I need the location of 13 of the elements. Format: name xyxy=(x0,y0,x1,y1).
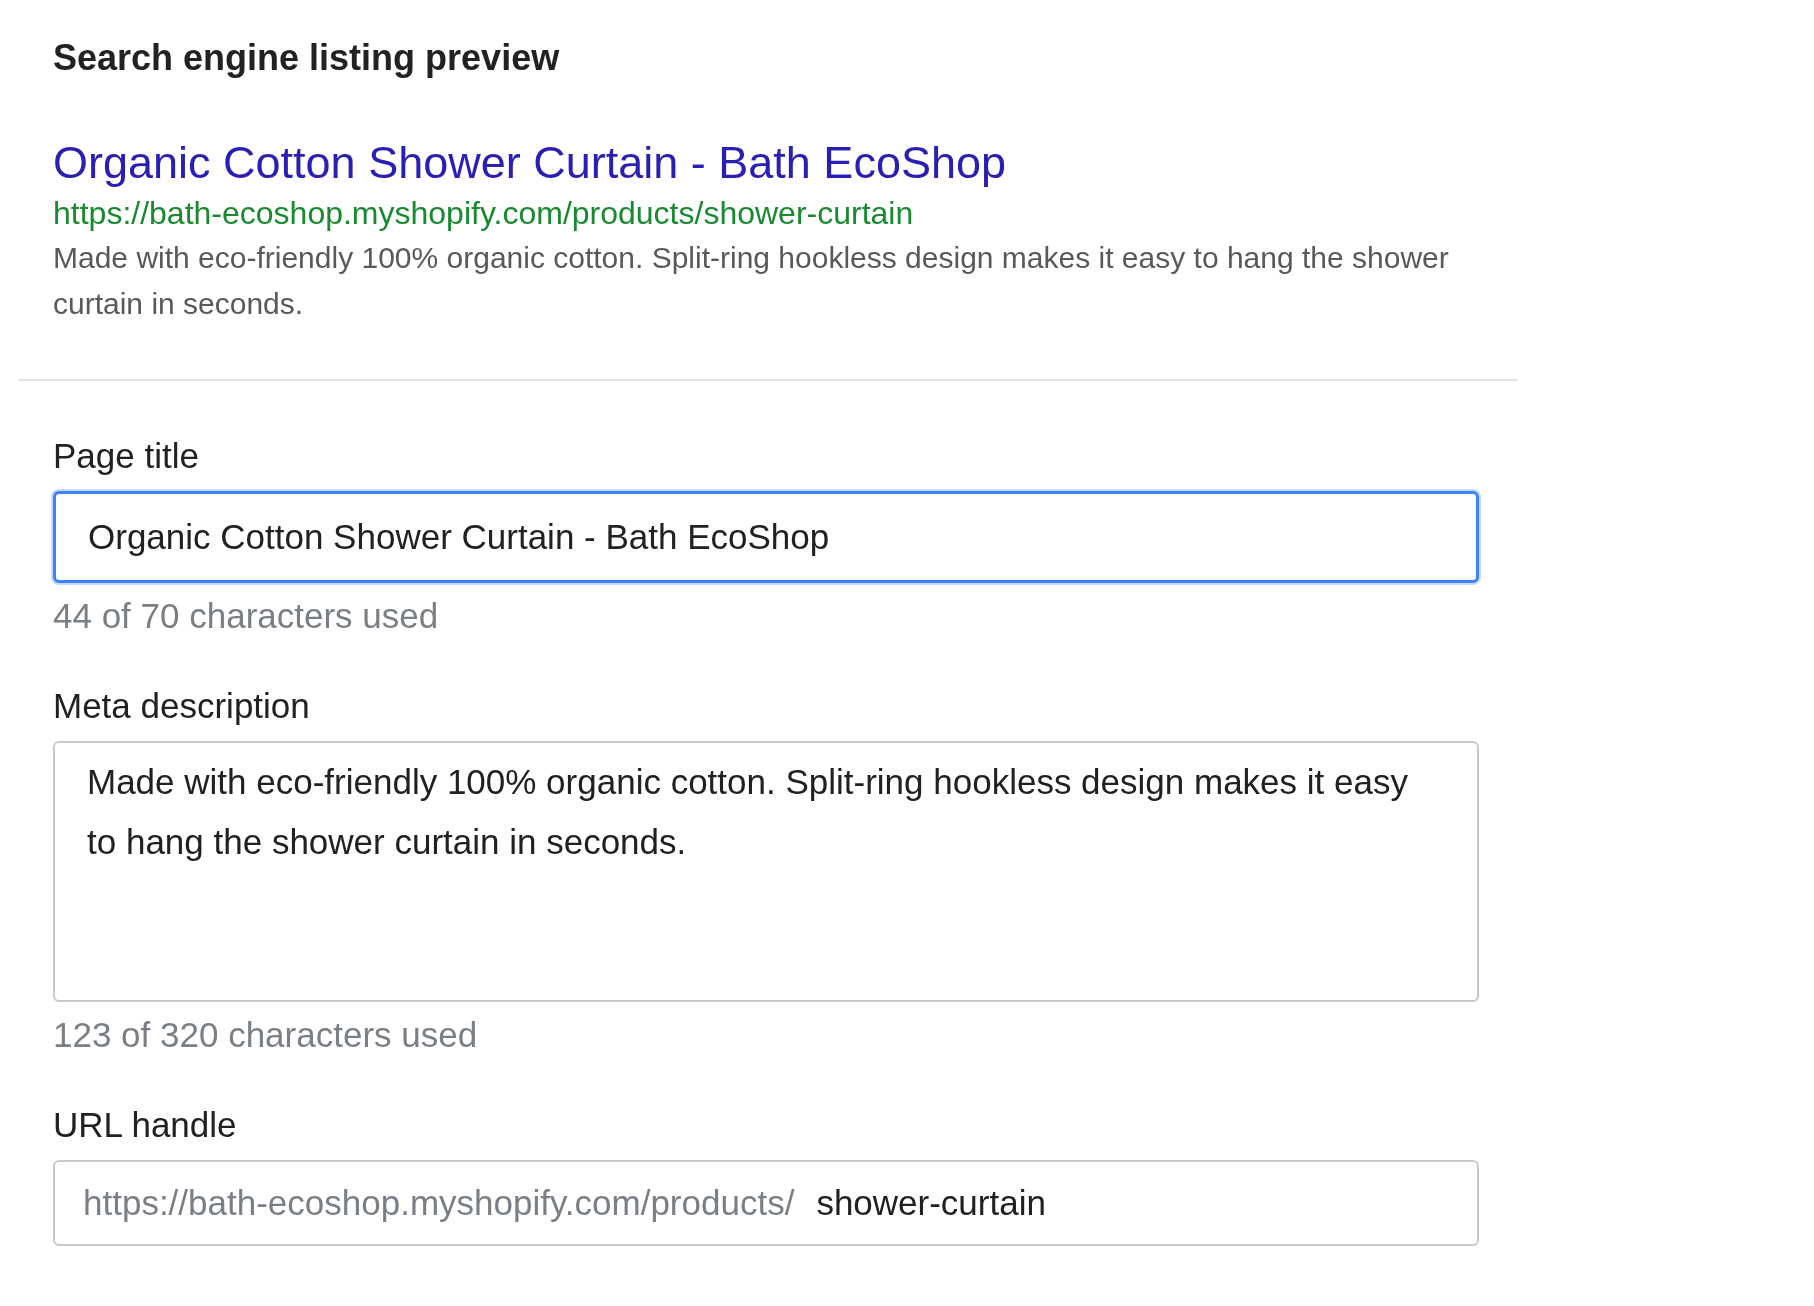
meta-description-textarea[interactable]: Made with eco-friendly 100% organic cotton. Split-ring hookless design makes it easy to hang the shower curtain in seconds. xyxy=(53,741,1479,1002)
field-label: Meta description xyxy=(53,685,310,727)
preview-title-link[interactable]: Organic Cotton Shower Curtain - Bath EcoShop xyxy=(53,135,1006,191)
page-title-input[interactable]: Organic Cotton Shower Curtain - Bath EcoShop xyxy=(53,491,1479,583)
url-prefix: https://bath-ecoshop.myshopify.com/products/ xyxy=(83,1183,795,1223)
character-count: 44 of 70 characters used xyxy=(53,595,439,637)
character-count: 123 of 320 characters used xyxy=(53,1014,478,1056)
field-label: URL handle xyxy=(53,1104,237,1146)
preview-url: https://bath-ecoshop.myshopify.com/products/shower-curtain xyxy=(53,194,914,233)
preview-description: Made with eco-friendly 100% organic cotton. Split-ring hookless design makes it easy to hang the shower curtain in seconds. xyxy=(53,240,1450,322)
section-heading: Search engine listing preview xyxy=(53,36,561,80)
url-handle-input[interactable]: shower-curtain xyxy=(816,1183,1477,1223)
field-label: Page title xyxy=(53,435,199,477)
